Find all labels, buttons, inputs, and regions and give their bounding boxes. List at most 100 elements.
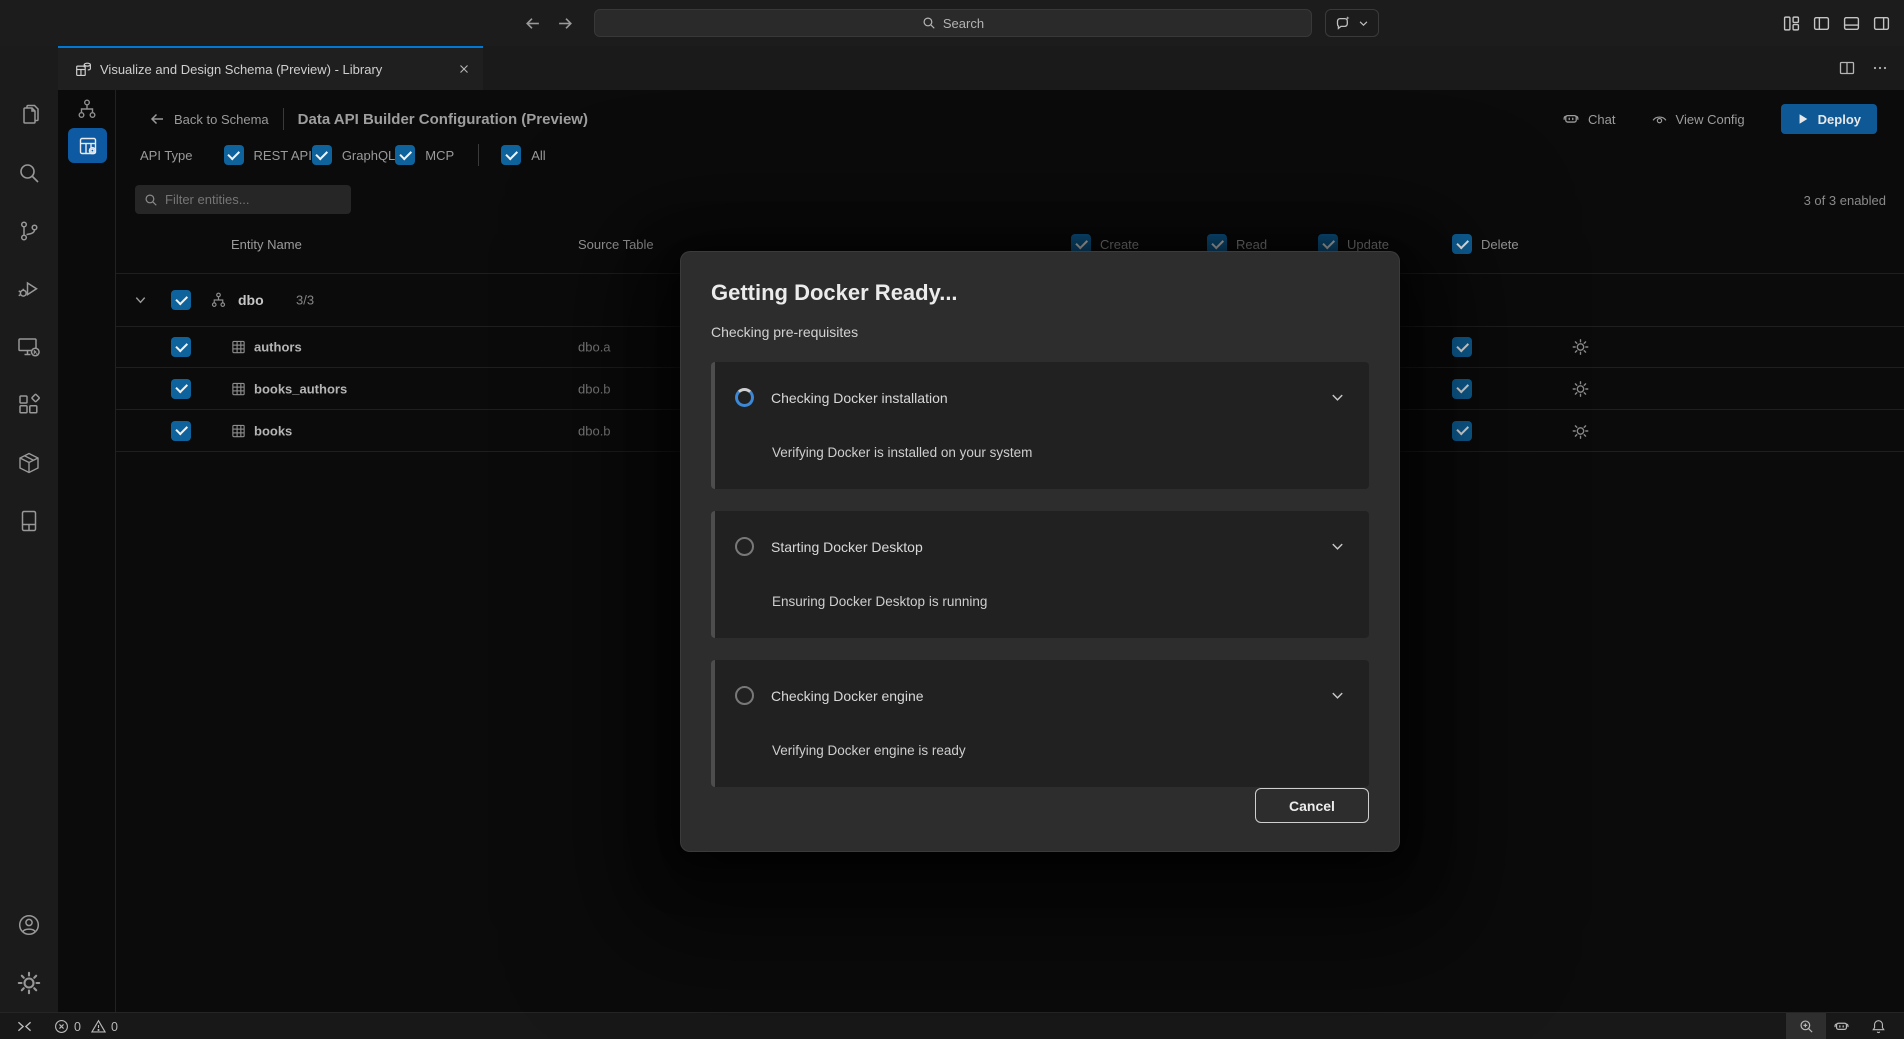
package-icon[interactable]	[17, 451, 41, 475]
extensions-icon[interactable]	[17, 393, 41, 417]
entity-name: authors	[254, 340, 302, 355]
graphql-checkbox[interactable]	[312, 145, 332, 165]
database-designer-icon	[75, 61, 92, 78]
notifications-bell-icon[interactable]	[1871, 1013, 1886, 1039]
filter-entities-box	[135, 185, 351, 214]
table-icon	[231, 381, 246, 396]
entity-settings-gear-icon[interactable]	[1572, 380, 1589, 397]
schema-name: dbo	[238, 292, 264, 308]
copilot-menu-button[interactable]	[1325, 9, 1379, 37]
copilot-status-icon[interactable]	[1833, 1013, 1850, 1039]
problems-indicator[interactable]: 0 0	[54, 1019, 118, 1034]
toolbar-actions: Chat View Config Deploy	[1562, 104, 1877, 134]
step-header[interactable]: Checking Docker installation	[735, 388, 1345, 407]
search-icon[interactable]	[17, 161, 41, 185]
remote-explorer-icon[interactable]	[17, 335, 41, 359]
delete-all-checkbox[interactable]	[1452, 234, 1472, 254]
expand-chevron-icon[interactable]	[133, 293, 148, 308]
entity-settings-gear-icon[interactable]	[1572, 422, 1589, 439]
step-header[interactable]: Starting Docker Desktop	[735, 537, 1345, 556]
deploy-label: Deploy	[1818, 112, 1861, 127]
step-description: Verifying Docker is installed on your sy…	[772, 445, 1032, 460]
entity-source: dbo.a	[578, 340, 611, 355]
eye-icon	[1651, 111, 1668, 128]
view-config-button[interactable]: View Config	[1651, 111, 1745, 128]
schema-count: 3/3	[296, 293, 314, 308]
layout-controls	[1783, 0, 1890, 46]
toggle-panel-icon[interactable]	[1843, 15, 1860, 32]
explorer-icon[interactable]	[17, 103, 41, 127]
history-nav	[524, 0, 574, 46]
remote-indicator-icon[interactable]	[17, 1019, 32, 1034]
editor-actions	[1839, 46, 1888, 90]
back-arrow-icon[interactable]	[524, 15, 541, 32]
col-entity-name: Entity Name	[231, 234, 302, 254]
customize-layout-icon[interactable]	[1783, 15, 1800, 32]
zoom-in-icon[interactable]	[1786, 1013, 1826, 1039]
step-header[interactable]: Checking Docker engine	[735, 686, 1345, 705]
cancel-button[interactable]: Cancel	[1255, 788, 1369, 823]
search-icon	[922, 16, 936, 30]
mcp-checkbox[interactable]	[395, 145, 415, 165]
dialog-subtitle: Checking pre-requisites	[711, 324, 858, 340]
toggle-secondary-sidebar-icon[interactable]	[1873, 15, 1890, 32]
split-editor-icon[interactable]	[1839, 60, 1855, 76]
rest-api-label: REST API	[254, 148, 312, 163]
step-description: Verifying Docker engine is ready	[772, 743, 966, 758]
dialog-title: Getting Docker Ready...	[711, 280, 958, 306]
entity-name: books	[254, 423, 292, 438]
source-control-icon[interactable]	[17, 219, 41, 243]
play-icon	[1797, 113, 1809, 125]
chat-button[interactable]: Chat	[1562, 110, 1615, 128]
run-and-debug-icon[interactable]	[17, 277, 41, 301]
copilot-chat-icon	[1335, 15, 1351, 31]
filter-entities-input[interactable]	[165, 192, 342, 207]
enabled-summary: 3 of 3 enabled	[1804, 193, 1886, 208]
org-schema-icon[interactable]	[76, 98, 98, 120]
dab-config-webview: Back to Schema Data API Builder Configur…	[58, 90, 1904, 1012]
close-icon[interactable]	[457, 62, 471, 76]
error-icon	[54, 1019, 69, 1034]
step-title: Starting Docker Desktop	[771, 539, 923, 555]
step-docker-desktop: Starting Docker Desktop Ensuring Docker …	[711, 511, 1369, 638]
delete-checkbox[interactable]	[1452, 379, 1472, 399]
all-checkbox[interactable]	[501, 145, 521, 165]
chevron-down-icon	[1330, 539, 1345, 554]
forward-arrow-icon[interactable]	[557, 15, 574, 32]
back-arrow-icon	[149, 111, 165, 127]
api-type-label: API Type	[140, 148, 193, 163]
delete-checkbox[interactable]	[1452, 337, 1472, 357]
org-schema-icon	[210, 292, 227, 309]
tab-visualize-design-schema[interactable]: Visualize and Design Schema (Preview) - …	[58, 46, 483, 90]
config-toolbar: Back to Schema Data API Builder Configur…	[149, 103, 1877, 135]
settings-gear-icon[interactable]	[17, 971, 41, 995]
spinner-icon	[735, 388, 754, 407]
divider	[478, 144, 479, 166]
api-type-filters: API Type REST API GraphQL MCP All	[140, 141, 546, 169]
pending-circle-icon	[735, 686, 754, 705]
delete-checkbox[interactable]	[1452, 421, 1472, 441]
docker-ready-dialog: Getting Docker Ready... Checking pre-req…	[680, 251, 1400, 852]
rest-api-checkbox[interactable]	[224, 145, 244, 165]
entity-settings-gear-icon[interactable]	[1572, 339, 1589, 356]
editor-tab-bar: Visualize and Design Schema (Preview) - …	[58, 46, 1904, 90]
back-to-schema-link[interactable]: Back to Schema	[149, 111, 269, 127]
table-config-icon-active[interactable]	[68, 128, 107, 163]
toggle-primary-sidebar-icon[interactable]	[1813, 15, 1830, 32]
step-description: Ensuring Docker Desktop is running	[772, 594, 987, 609]
divider	[283, 108, 284, 130]
more-actions-icon[interactable]	[1872, 60, 1888, 76]
entity-checkbox[interactable]	[171, 337, 191, 357]
account-icon[interactable]	[17, 913, 41, 937]
database-project-icon[interactable]	[17, 509, 41, 533]
entity-source: dbo.b	[578, 423, 611, 438]
pending-circle-icon	[735, 537, 754, 556]
prerequisite-steps: Checking Docker installation Verifying D…	[711, 362, 1369, 787]
schema-checkbox[interactable]	[171, 290, 191, 310]
chevron-down-icon	[1330, 688, 1345, 703]
entity-checkbox[interactable]	[171, 421, 191, 441]
command-center-search[interactable]: Search	[594, 9, 1312, 37]
error-count: 0	[74, 1020, 81, 1034]
entity-checkbox[interactable]	[171, 379, 191, 399]
deploy-button[interactable]: Deploy	[1781, 104, 1877, 134]
